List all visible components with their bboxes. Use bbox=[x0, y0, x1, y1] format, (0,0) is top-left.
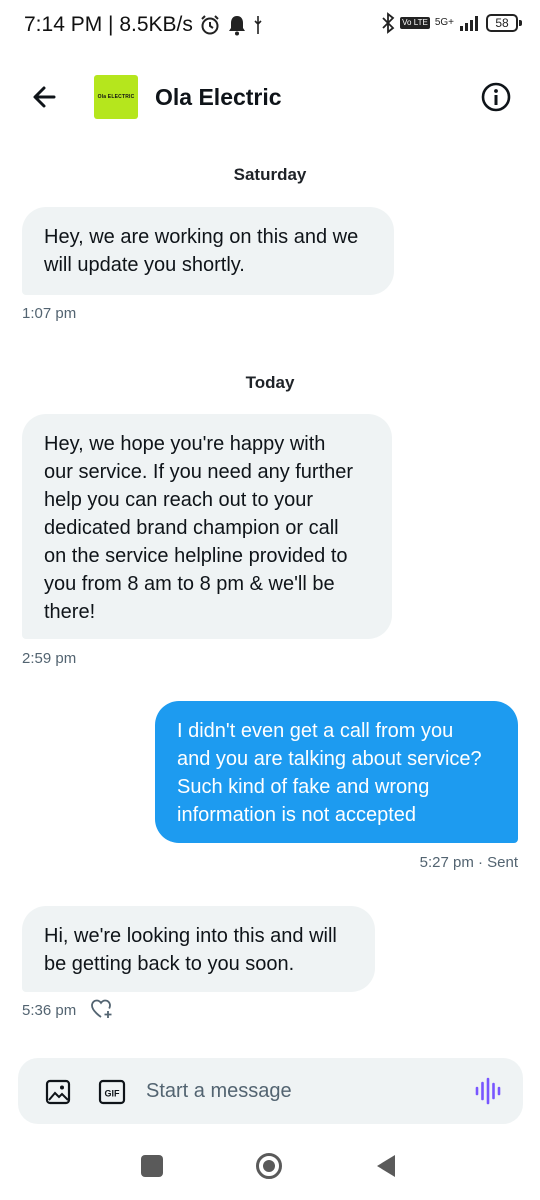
signal-icon bbox=[459, 14, 481, 32]
image-icon[interactable] bbox=[44, 1078, 72, 1106]
info-icon[interactable] bbox=[480, 81, 512, 113]
date-separator-saturday: Saturday bbox=[233, 165, 307, 184]
notification-bell-icon bbox=[227, 14, 247, 36]
nav-back-button[interactable] bbox=[374, 1152, 398, 1180]
message-timestamp: 5:36 pm bbox=[22, 1002, 77, 1019]
logo-text: Ola ELECTRIC bbox=[97, 94, 135, 100]
message-timestamp-sent: 5:27 pm · Sent bbox=[419, 854, 518, 871]
recents-button[interactable] bbox=[141, 1155, 163, 1177]
message-incoming[interactable]: Hi, we're looking into this and will be … bbox=[22, 906, 375, 992]
volte-badge: Vo LTE bbox=[400, 17, 430, 29]
message-input[interactable]: Start a message bbox=[146, 1080, 292, 1103]
network-type: 5G+ bbox=[434, 17, 454, 28]
message-incoming[interactable]: Hey, we are working on this and we will … bbox=[22, 207, 394, 295]
message-timestamp: 1:07 pm bbox=[22, 305, 77, 322]
message-outgoing[interactable]: I didn't even get a call from you and yo… bbox=[155, 701, 518, 843]
usb-icon bbox=[253, 15, 263, 35]
message-timestamp: 2:59 pm bbox=[22, 650, 77, 667]
avatar[interactable]: Ola ELECTRIC bbox=[94, 75, 138, 119]
add-reaction-icon[interactable] bbox=[90, 998, 114, 1020]
message-incoming[interactable]: Hey, we hope you're happy with our servi… bbox=[22, 414, 392, 639]
status-time-speed: 7:14 PM | 8.5KB/s bbox=[24, 13, 193, 36]
back-arrow-icon[interactable] bbox=[28, 80, 62, 114]
status-right: Vo LTE 5G+ 58 bbox=[381, 12, 522, 34]
alarm-icon bbox=[199, 14, 221, 36]
svg-text:GIF: GIF bbox=[105, 1089, 121, 1099]
gif-icon[interactable]: GIF bbox=[98, 1079, 126, 1105]
battery-indicator: 58 bbox=[486, 14, 522, 32]
date-separator-today: Today bbox=[245, 373, 295, 392]
conversation-title[interactable]: Ola Electric bbox=[155, 84, 282, 111]
home-button[interactable] bbox=[255, 1152, 283, 1180]
status-left: 7:14 PM | 8.5KB/s bbox=[24, 13, 263, 37]
bluetooth-icon bbox=[381, 12, 395, 34]
voice-message-icon[interactable] bbox=[473, 1076, 503, 1106]
status-bar: 7:14 PM | 8.5KB/s Vo LTE 5G+ 58 bbox=[0, 0, 540, 52]
